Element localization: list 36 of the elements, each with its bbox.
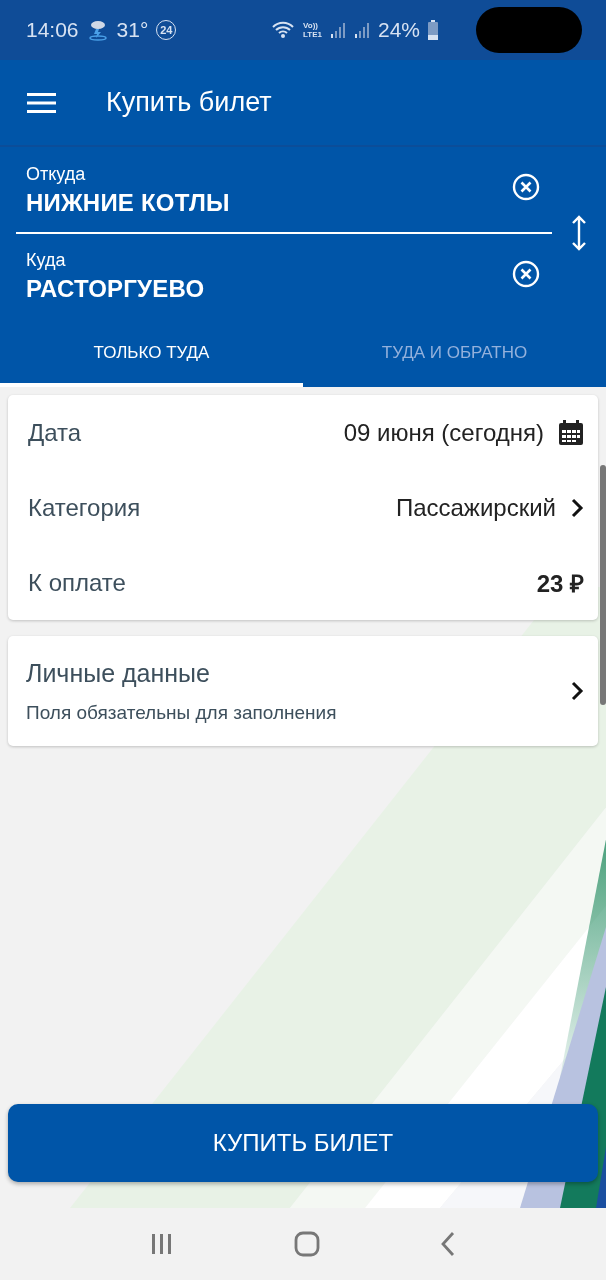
chevron-icon: [570, 681, 584, 701]
swap-icon[interactable]: [571, 214, 587, 251]
battery-level: 24%: [377, 18, 420, 42]
row-value: 09 июня (сегодня): [343, 418, 544, 447]
screen-title: Купить билет: [106, 87, 272, 118]
row-value: 23 ₽: [536, 569, 584, 599]
clear-button[interactable]: [512, 173, 540, 201]
menu-button[interactable]: [27, 91, 56, 114]
field-label: Куда: [26, 250, 67, 271]
temperature: 31°: [116, 18, 149, 42]
chevron-icon: [570, 497, 584, 518]
tab[interactable]: ТОЛЬКО ТУДА: [0, 318, 303, 387]
row-value: Пассажирский: [395, 493, 556, 522]
card-title: Личные данные: [26, 658, 211, 688]
row-label: Дата: [28, 418, 83, 447]
signal-icon: [329, 21, 346, 39]
weather-icon: [86, 19, 109, 41]
field-value[interactable]: НИЖНИЕ КОТЛЫ: [26, 189, 512, 217]
card-subtitle: Поля обязательны для заполнения: [26, 701, 338, 724]
clock: 14:06: [26, 18, 79, 42]
home-icon[interactable]: [294, 1231, 320, 1257]
personal-data-card[interactable]: Личные данные Поля обязательны для заполнения: [8, 636, 598, 746]
recents-icon[interactable]: [150, 1232, 174, 1256]
battery-icon: [428, 20, 438, 40]
buy-button[interactable]: КУПИТЬ БИЛЕТ: [8, 1104, 598, 1182]
field-label: Откуда: [26, 164, 87, 185]
field-value[interactable]: РАСТОРГУЕВО: [26, 275, 512, 303]
signal-icon: [353, 21, 370, 39]
network-label: LTE1: [303, 30, 322, 39]
wifi-icon: [271, 20, 295, 40]
clear-button[interactable]: [512, 260, 540, 288]
row-label: К оплате: [28, 568, 127, 597]
back-icon[interactable]: [440, 1231, 456, 1257]
row-label: Категория: [28, 493, 142, 522]
volte-label: Vo)): [303, 21, 319, 30]
calendar-icon: [558, 419, 584, 446]
